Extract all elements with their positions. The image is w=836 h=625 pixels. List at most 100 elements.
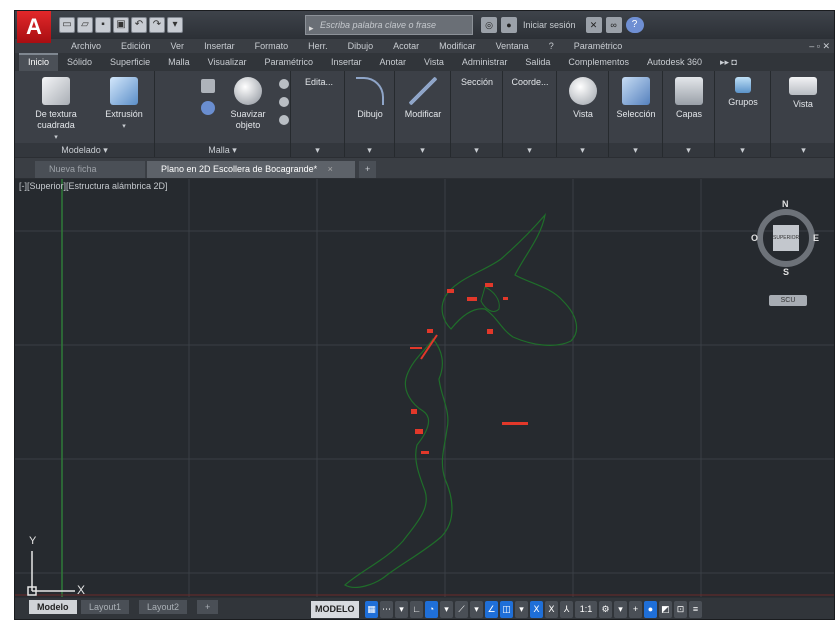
compass-south[interactable]: S — [783, 267, 789, 277]
isodraft-icon[interactable]: ⟋ — [455, 601, 468, 618]
menu-herramientas[interactable]: Herr. — [298, 39, 338, 53]
panel-capas-footer[interactable]: ▾ — [663, 143, 714, 157]
flip-icon[interactable] — [201, 79, 215, 93]
extrude-button[interactable]: Extrusión ▾ — [99, 77, 149, 130]
menu-parametrico[interactable]: Paramétrico — [564, 39, 633, 53]
menu-insertar[interactable]: Insertar — [194, 39, 245, 53]
customize-icon[interactable]: ≡ — [689, 601, 702, 618]
ribbon-overflow-icon[interactable]: ▸▸ ◘ — [711, 53, 746, 71]
panel-grupos-footer[interactable]: ▾ — [715, 143, 770, 157]
tab-complementos[interactable]: Complementos — [559, 53, 638, 71]
exchange-icon[interactable]: ✕ — [585, 17, 602, 33]
save-icon[interactable]: ▪ — [95, 17, 111, 33]
compass-north[interactable]: N — [782, 199, 789, 209]
layout-tab-layout2[interactable]: Layout2 — [139, 600, 188, 614]
clean-screen-icon[interactable]: ⊡ — [674, 601, 687, 618]
user-icon[interactable]: ● — [501, 17, 517, 33]
annotation-scale-value[interactable]: 1:1 — [575, 601, 597, 618]
edit-button[interactable]: Edita... — [297, 77, 341, 88]
dropdown-icon[interactable]: ▾ — [395, 601, 408, 618]
layers-button[interactable]: Capas — [667, 77, 711, 120]
menu-modificar[interactable]: Modificar — [429, 39, 486, 53]
tab-insertar[interactable]: Insertar — [322, 53, 371, 71]
panel-modificar-footer[interactable]: ▾ — [395, 143, 450, 157]
new-file-icon[interactable]: ▭ — [59, 17, 75, 33]
tab-autodesk-360[interactable]: Autodesk 360 — [638, 53, 711, 71]
tab-administrar[interactable]: Administrar — [453, 53, 517, 71]
isolate-icon[interactable]: ● — [644, 601, 657, 618]
panel-vista-1-footer[interactable]: ▾ — [557, 143, 608, 157]
menu-dibujo[interactable]: Dibujo — [338, 39, 384, 53]
stay-connected-icon[interactable]: ∞ — [605, 17, 622, 33]
panel-seleccion-footer[interactable]: ▾ — [609, 143, 662, 157]
tab-superficie[interactable]: Superficie — [101, 53, 159, 71]
new-layout-button[interactable]: + — [197, 600, 219, 614]
viewcube[interactable]: SUPERIOR N S E O — [751, 199, 819, 283]
menu-ayuda[interactable]: ? — [539, 39, 564, 53]
file-tab-new[interactable]: Nueva ficha — [35, 161, 145, 178]
presspull-icon[interactable] — [201, 101, 215, 115]
layout-tab-model[interactable]: Modelo — [29, 600, 77, 614]
panel-coordenadas-footer[interactable]: ▾ — [503, 143, 556, 157]
save-as-icon[interactable]: ▣ — [113, 17, 129, 33]
snap-icon[interactable]: ⋯ — [380, 601, 393, 618]
viewport-controls[interactable]: [-][Superior][Estructura alámbrica 2D] — [19, 181, 168, 191]
mesh-tool-icon[interactable] — [279, 97, 289, 107]
compass-east[interactable]: E — [813, 233, 819, 243]
mesh-tool-icon[interactable] — [279, 115, 289, 125]
coordinates-button[interactable]: Coorde... — [507, 77, 553, 88]
tab-vista[interactable]: Vista — [415, 53, 453, 71]
menu-formato[interactable]: Formato — [245, 39, 299, 53]
annotation-scale-icon[interactable]: ⅄ — [560, 601, 573, 618]
tab-inicio[interactable]: Inicio — [19, 53, 59, 71]
dropdown-icon[interactable]: ▾ — [614, 601, 627, 618]
workspace-icon[interactable]: ⚙ — [599, 601, 612, 618]
viewcube-face[interactable]: SUPERIOR — [773, 225, 799, 251]
smooth-object-button[interactable]: Suavizar objeto — [221, 77, 275, 131]
search-input[interactable]: ▸ Escriba palabra clave o frase — [305, 15, 473, 35]
otrack-icon[interactable]: ∠ — [485, 601, 498, 618]
file-tab-plano[interactable]: Plano en 2D Escollera de Bocagrande* × — [147, 161, 355, 178]
tab-visualizar[interactable]: Visualizar — [199, 53, 256, 71]
draw-button[interactable]: Dibujo — [349, 77, 391, 120]
tab-parametrico[interactable]: Paramétrico — [255, 53, 322, 71]
app-menu-button[interactable]: A — [17, 11, 51, 43]
box-textured-button[interactable]: De textura cuadrada ▾ — [21, 77, 91, 141]
compass-west[interactable]: O — [751, 233, 758, 243]
menu-archivo[interactable]: Archivo — [61, 39, 111, 53]
close-icon[interactable]: × — [328, 164, 333, 174]
groups-button[interactable]: Grupos — [719, 77, 767, 108]
annotation-visibility-icon[interactable]: Ⅹ — [530, 601, 543, 618]
tab-malla[interactable]: Malla — [159, 53, 199, 71]
open-file-icon[interactable]: ▱ — [77, 17, 93, 33]
ortho-icon[interactable]: ∟ — [410, 601, 423, 618]
dropdown-icon[interactable]: ▾ — [515, 601, 528, 618]
view-button[interactable]: Vista — [779, 77, 827, 110]
hardware-accel-icon[interactable]: ◩ — [659, 601, 672, 618]
panel-vista-2-footer[interactable]: ▾ — [771, 143, 834, 157]
menu-edicion[interactable]: Edición — [111, 39, 161, 53]
tab-anotar[interactable]: Anotar — [370, 53, 415, 71]
view-styles-button[interactable]: Vista — [561, 77, 605, 120]
panel-malla-footer[interactable]: Malla ▾ — [155, 143, 290, 157]
binoculars-icon[interactable]: ◎ — [481, 17, 497, 33]
grid-icon[interactable]: ▦ — [365, 601, 378, 618]
dropdown-icon[interactable]: ▾ — [470, 601, 483, 618]
menu-ver[interactable]: Ver — [161, 39, 195, 53]
plus-icon[interactable]: + — [629, 601, 642, 618]
panel-dibujo-footer[interactable]: ▾ — [345, 143, 394, 157]
selection-button[interactable]: Selección — [613, 77, 659, 120]
osnap-icon[interactable]: ◫ — [500, 601, 513, 618]
login-link[interactable]: Iniciar sesión — [523, 20, 576, 30]
wcs-menu-button[interactable]: SCU — [769, 295, 807, 306]
menu-acotar[interactable]: Acotar — [383, 39, 429, 53]
help-button[interactable]: ? — [625, 17, 644, 33]
layout-tab-layout1[interactable]: Layout1 — [81, 600, 130, 614]
model-space-toggle[interactable]: MODELO — [311, 601, 359, 618]
qat-dropdown-icon[interactable]: ▾ — [167, 17, 183, 33]
section-button[interactable]: Sección — [455, 77, 499, 88]
undo-icon[interactable]: ↶ — [131, 17, 147, 33]
window-controls[interactable]: – ▫ ✕ — [809, 39, 830, 53]
redo-icon[interactable]: ↷ — [149, 17, 165, 33]
new-tab-button[interactable]: + — [359, 161, 377, 178]
